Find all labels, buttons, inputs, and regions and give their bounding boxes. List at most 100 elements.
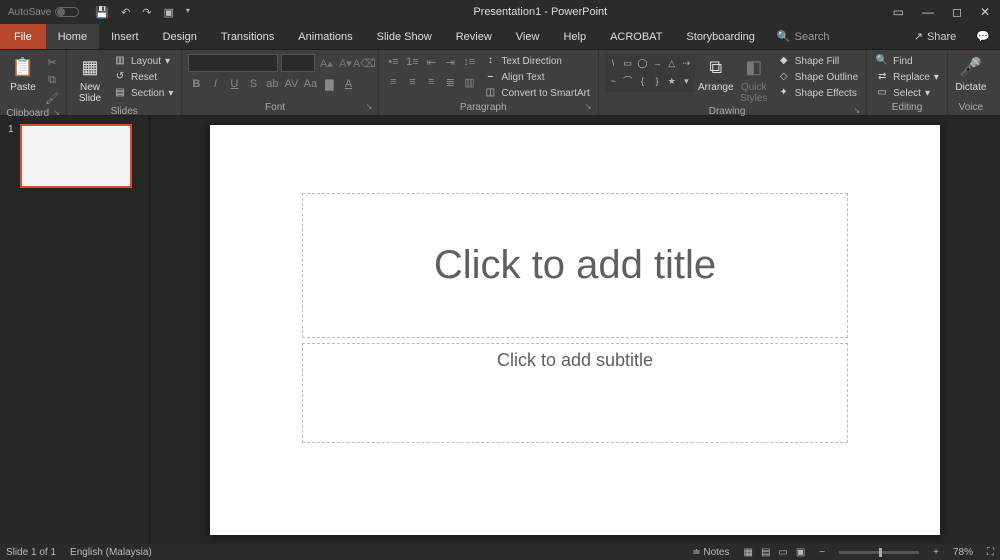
shape-line-icon[interactable]: \: [607, 56, 620, 72]
italic-icon[interactable]: I: [207, 76, 223, 92]
align-text-button[interactable]: ⎯Align Text: [481, 70, 591, 84]
reset-button[interactable]: ↺Reset: [111, 70, 175, 84]
grow-font-icon[interactable]: A▴: [318, 55, 334, 71]
tab-design[interactable]: Design: [151, 24, 209, 49]
fit-window-icon[interactable]: ⛶: [987, 547, 994, 558]
format-painter-icon[interactable]: 🖌: [44, 90, 60, 106]
bullets-icon[interactable]: •≡: [385, 54, 401, 70]
text-direction-button[interactable]: ↕Text Direction: [481, 54, 591, 68]
layout-button[interactable]: ▥Layout ▾: [111, 54, 175, 68]
tell-me-search[interactable]: 🔍 Search: [767, 24, 840, 49]
slide-thumbnail-1[interactable]: [20, 124, 132, 188]
indent-inc-icon[interactable]: ⇥: [442, 54, 458, 70]
spacing-icon[interactable]: AV: [283, 76, 299, 92]
tab-help[interactable]: Help: [551, 24, 598, 49]
maximize-icon[interactable]: ◻: [952, 5, 962, 19]
drawing-launcher-icon[interactable]: ↘: [853, 106, 860, 115]
status-language[interactable]: English (Malaysia): [70, 547, 152, 558]
tab-storyboarding[interactable]: Storyboarding: [674, 24, 767, 49]
shape-tri-icon[interactable]: △: [665, 56, 678, 72]
shape-curve-icon[interactable]: ~: [607, 74, 620, 90]
new-slide-button[interactable]: ▦ New Slide: [73, 54, 107, 104]
shape-rect-icon[interactable]: ▭: [621, 56, 634, 72]
comments-button[interactable]: 💬: [966, 24, 1000, 49]
qat-more-icon[interactable]: ▾: [186, 6, 190, 19]
autosave[interactable]: AutoSave: [0, 7, 87, 18]
tab-slideshow[interactable]: Slide Show: [365, 24, 444, 49]
slide-canvas-area[interactable]: Click to add title Click to add subtitle: [150, 116, 1000, 544]
shape-brace2-icon[interactable]: }: [651, 74, 664, 90]
redo-icon[interactable]: ↷: [142, 6, 151, 19]
slideshow-view-icon[interactable]: ▣: [796, 547, 805, 558]
sorter-view-icon[interactable]: ▤: [761, 547, 770, 558]
share-button[interactable]: ↗ Share: [904, 24, 967, 49]
strike-icon[interactable]: S: [245, 76, 261, 92]
font-family-input[interactable]: [188, 54, 278, 72]
clear-format-icon[interactable]: A⌫: [356, 55, 372, 71]
ribbon-options-icon[interactable]: ▭: [893, 5, 904, 19]
reading-view-icon[interactable]: ▭: [778, 547, 787, 558]
undo-icon[interactable]: ↶: [121, 6, 130, 19]
paste-button[interactable]: 📋 Paste: [6, 54, 40, 93]
tab-review[interactable]: Review: [444, 24, 504, 49]
bold-icon[interactable]: B: [188, 76, 204, 92]
shape-outline-button[interactable]: ◇Shape Outline: [775, 70, 860, 84]
shape-star-icon[interactable]: ★: [665, 74, 678, 90]
font-launcher-icon[interactable]: ↘: [366, 102, 373, 111]
tab-file[interactable]: File: [0, 24, 46, 49]
tab-acrobat[interactable]: ACROBAT: [598, 24, 674, 49]
dictate-button[interactable]: 🎤 Dictate: [954, 54, 988, 93]
tab-home[interactable]: Home: [46, 24, 99, 49]
section-button[interactable]: ▤Section ▾: [111, 86, 175, 100]
justify-icon[interactable]: ≣: [442, 74, 458, 90]
minimize-icon[interactable]: —: [922, 5, 934, 19]
columns-icon[interactable]: ▥: [461, 74, 477, 90]
replace-button[interactable]: ⇄Replace ▾: [873, 70, 941, 84]
zoom-slider[interactable]: [839, 551, 919, 554]
shadow-icon[interactable]: ab: [264, 76, 280, 92]
cut-icon[interactable]: ✂: [44, 54, 60, 70]
start-slideshow-icon[interactable]: ▣: [164, 6, 174, 19]
select-button[interactable]: ▭Select ▾: [873, 86, 941, 100]
shape-more-icon[interactable]: ⇢: [680, 56, 693, 72]
shrink-font-icon[interactable]: A▾: [337, 55, 353, 71]
arrange-button[interactable]: ⧉ Arrange: [699, 54, 733, 93]
copy-icon[interactable]: ⧉: [44, 72, 60, 88]
case-icon[interactable]: Aa: [302, 76, 318, 92]
tab-transitions[interactable]: Transitions: [209, 24, 286, 49]
notes-button[interactable]: ≐ Notes: [692, 547, 729, 558]
subtitle-placeholder[interactable]: Click to add subtitle: [302, 343, 848, 443]
indent-dec-icon[interactable]: ⇤: [423, 54, 439, 70]
highlight-icon[interactable]: ▇: [321, 76, 337, 92]
normal-view-icon[interactable]: ▦: [743, 547, 752, 558]
align-center-icon[interactable]: ≡: [404, 74, 420, 90]
numbering-icon[interactable]: 1≡: [404, 54, 420, 70]
shape-oval-icon[interactable]: ◯: [636, 56, 649, 72]
tab-view[interactable]: View: [504, 24, 552, 49]
shape-expand-icon[interactable]: ▾: [680, 74, 693, 90]
status-slide-count[interactable]: Slide 1 of 1: [6, 547, 56, 558]
align-right-icon[interactable]: ≡: [423, 74, 439, 90]
shape-brace-icon[interactable]: {: [636, 74, 649, 90]
line-spacing-icon[interactable]: ↕≡: [461, 54, 477, 70]
title-placeholder[interactable]: Click to add title: [302, 193, 848, 338]
find-button[interactable]: 🔍Find: [873, 54, 941, 68]
align-left-icon[interactable]: ≡: [385, 74, 401, 90]
paragraph-launcher-icon[interactable]: ↘: [585, 102, 592, 111]
shape-fill-button[interactable]: ◆Shape Fill: [775, 54, 860, 68]
font-color-icon[interactable]: A: [340, 76, 356, 92]
shape-arrow-icon[interactable]: →: [651, 56, 664, 72]
underline-icon[interactable]: U: [226, 76, 242, 92]
save-icon[interactable]: 💾: [95, 6, 109, 19]
zoom-in-icon[interactable]: +: [933, 547, 939, 558]
zoom-level[interactable]: 78%: [953, 547, 973, 558]
tab-insert[interactable]: Insert: [99, 24, 151, 49]
shape-effects-button[interactable]: ✦Shape Effects: [775, 86, 860, 100]
shape-arc-icon[interactable]: ⌒: [621, 74, 634, 90]
autosave-toggle[interactable]: [55, 7, 79, 17]
quick-styles-button[interactable]: ◧ Quick Styles: [737, 54, 771, 104]
close-icon[interactable]: ✕: [980, 5, 990, 19]
font-size-input[interactable]: [281, 54, 315, 72]
zoom-out-icon[interactable]: −: [819, 547, 825, 558]
tab-animations[interactable]: Animations: [286, 24, 364, 49]
